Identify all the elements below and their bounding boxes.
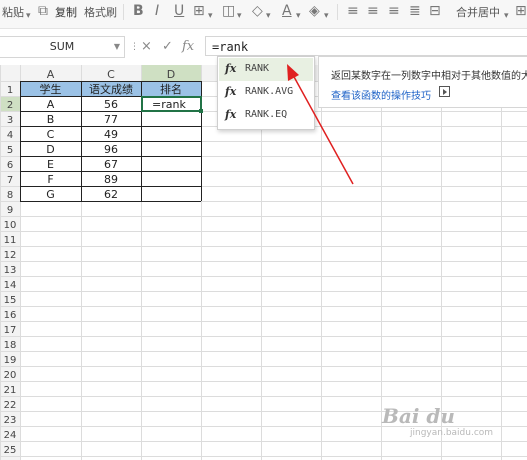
baidu-watermark: Bai du jingyan.baidu.com bbox=[382, 402, 522, 442]
watermark-logo: Bai du bbox=[382, 404, 455, 428]
watermark-url: jingyan.baidu.com bbox=[410, 428, 494, 438]
annotation-layer bbox=[287, 64, 354, 185]
annotation-arrow bbox=[292, 74, 354, 185]
annotation-arrowhead bbox=[287, 64, 299, 81]
